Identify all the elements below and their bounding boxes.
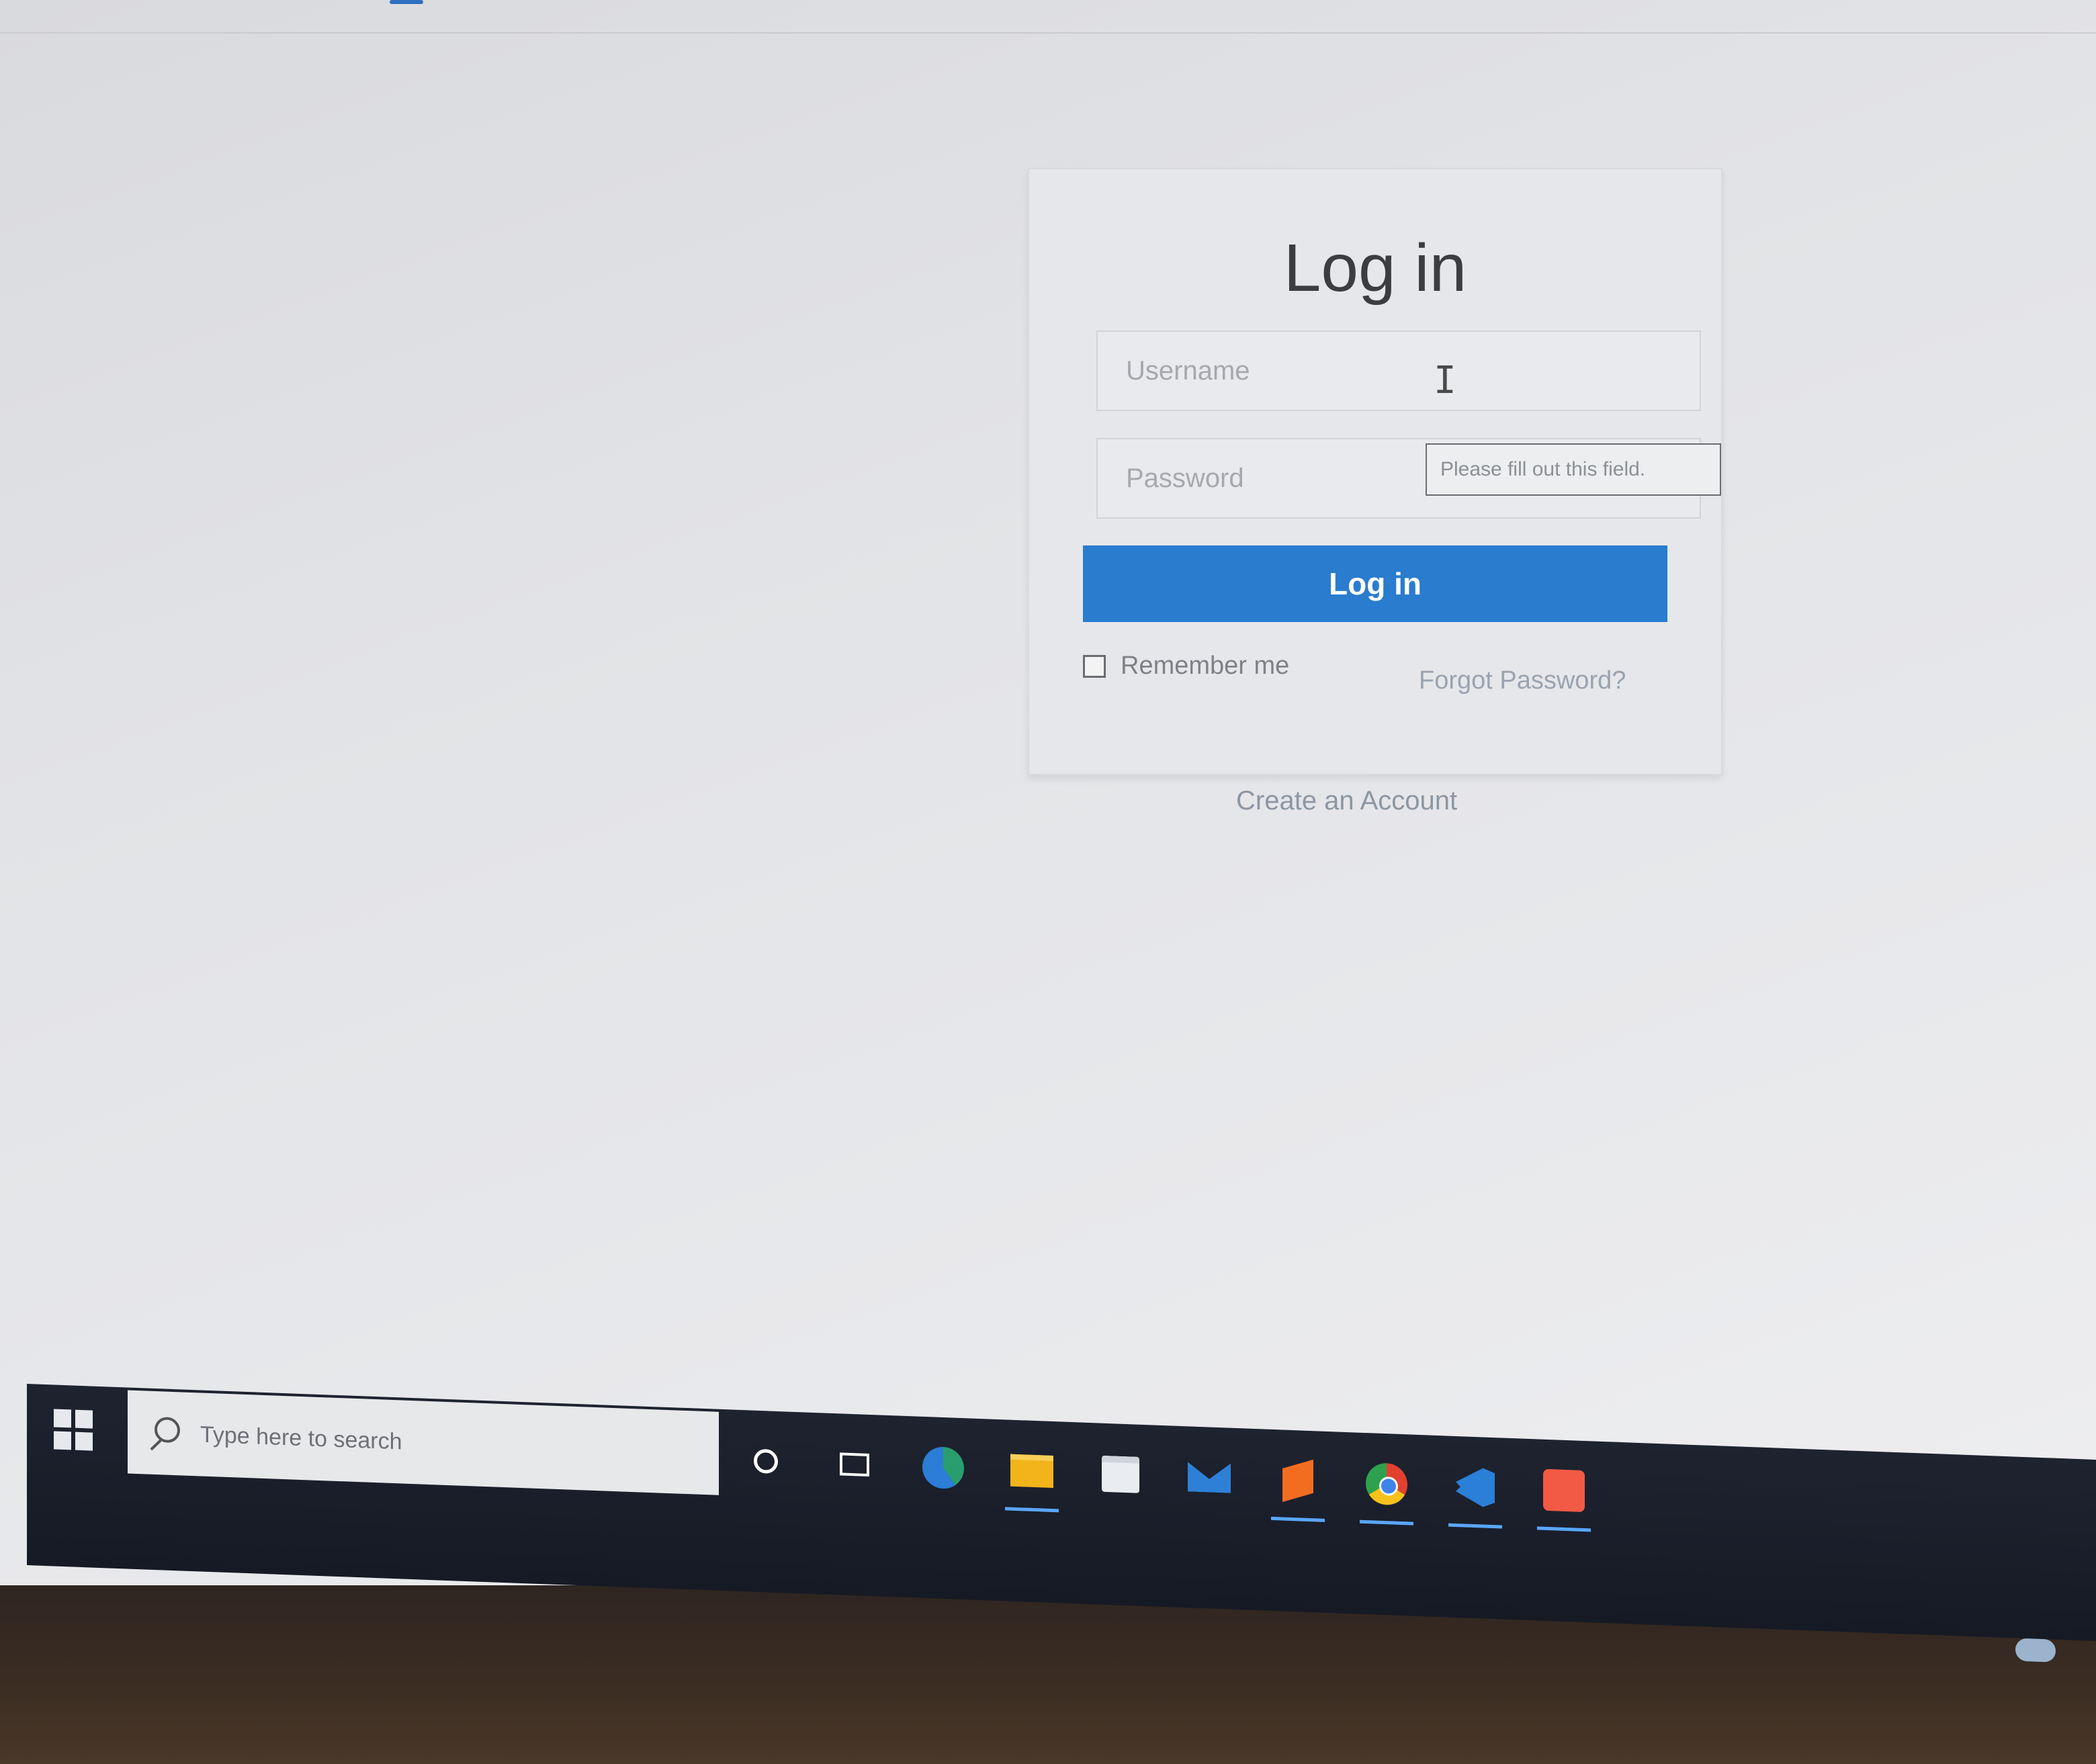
validation-tooltip: Please fill out this field. bbox=[1426, 443, 1721, 496]
username-input[interactable] bbox=[1125, 355, 1598, 387]
onedrive-cloud-icon[interactable] bbox=[2015, 1638, 2056, 1663]
taskbar-apps bbox=[739, 1430, 1626, 1523]
create-account-link[interactable]: Create an Account bbox=[1236, 786, 1457, 816]
login-card: Log in I Please fill out this field. Log… bbox=[1028, 168, 1722, 775]
taskbar-search-placeholder: Type here to search bbox=[200, 1421, 402, 1454]
search-icon bbox=[148, 1417, 180, 1450]
login-title: Log in bbox=[1283, 230, 1467, 306]
chrome-icon[interactable] bbox=[1360, 1456, 1413, 1512]
edge-icon[interactable] bbox=[916, 1440, 970, 1496]
forgot-password-link[interactable]: Forgot Password? bbox=[1419, 666, 1626, 695]
text-cursor-icon: I bbox=[1434, 359, 1456, 402]
task-view-icon[interactable] bbox=[828, 1437, 881, 1493]
file-explorer-icon[interactable] bbox=[1005, 1443, 1059, 1499]
xampp-icon[interactable] bbox=[1537, 1462, 1591, 1518]
browser-tab-indicator bbox=[390, 0, 423, 4]
remember-me-label: Remember me bbox=[1121, 652, 1290, 680]
sublime-text-icon[interactable] bbox=[1271, 1453, 1325, 1509]
windows-start-icon[interactable] bbox=[54, 1409, 94, 1451]
screen: Log in I Please fill out this field. Log… bbox=[0, 0, 2096, 1585]
username-field[interactable]: I bbox=[1096, 330, 1701, 411]
vs-code-icon[interactable] bbox=[1448, 1460, 1502, 1515]
remember-me-checkbox[interactable] bbox=[1083, 654, 1106, 678]
cortana-icon[interactable] bbox=[739, 1434, 793, 1489]
login-button[interactable]: Log in bbox=[1083, 545, 1667, 622]
taskbar-search[interactable]: Type here to search bbox=[128, 1390, 719, 1495]
remember-me-control[interactable]: Remember me bbox=[1083, 652, 1289, 680]
mail-icon[interactable] bbox=[1182, 1450, 1236, 1505]
microsoft-store-icon[interactable] bbox=[1094, 1446, 1147, 1502]
page-top-divider bbox=[0, 32, 2096, 34]
